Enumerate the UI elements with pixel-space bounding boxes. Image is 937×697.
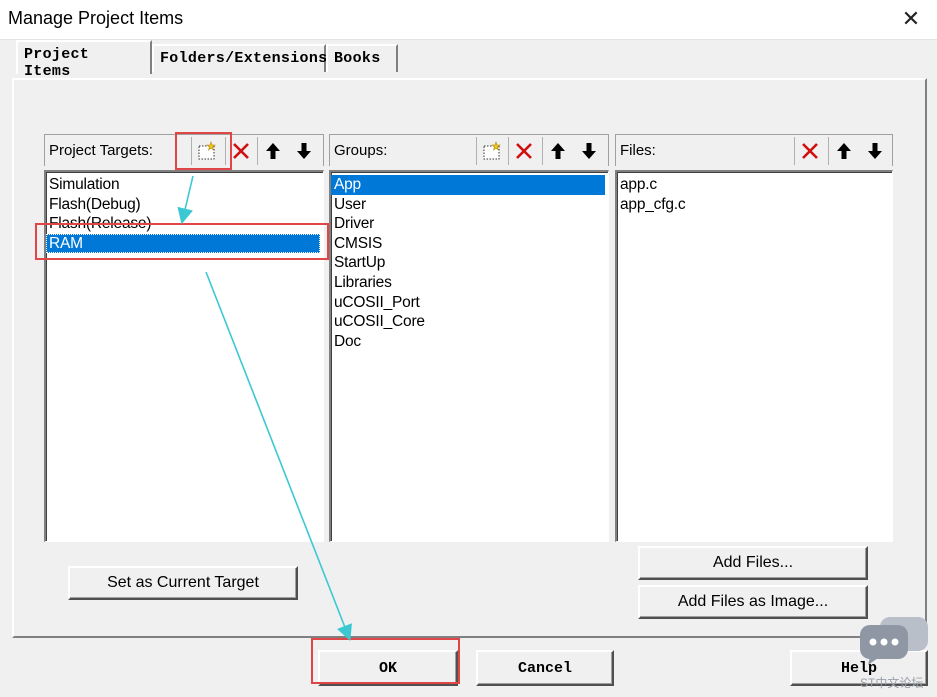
dialog-client: Project Items Folders/Extensions Books P… bbox=[0, 40, 937, 697]
new-group-button[interactable] bbox=[476, 137, 506, 165]
button-label: Set as Current Target bbox=[107, 574, 259, 591]
move-up-icon bbox=[265, 143, 280, 159]
groups-header: Groups: bbox=[329, 134, 609, 166]
button-label: Add Files as Image... bbox=[677, 593, 829, 610]
tab-label: Books bbox=[334, 50, 381, 67]
cancel-button[interactable]: Cancel bbox=[476, 650, 614, 686]
delete-icon bbox=[232, 143, 249, 159]
move-down-target-button[interactable] bbox=[289, 137, 319, 165]
groups-label: Groups: bbox=[334, 142, 388, 159]
delete-group-button[interactable] bbox=[508, 137, 538, 165]
watermark-text: ST中文论坛 bbox=[860, 676, 924, 690]
move-up-file-button[interactable] bbox=[828, 137, 858, 165]
tab-folders-extensions[interactable]: Folders/Extensions bbox=[152, 44, 328, 72]
move-up-icon bbox=[836, 143, 851, 159]
move-down-group-button[interactable] bbox=[574, 137, 604, 165]
list-item[interactable]: Simulation bbox=[46, 175, 323, 195]
new-target-button[interactable] bbox=[191, 137, 221, 165]
move-up-target-button[interactable] bbox=[257, 137, 287, 165]
targets-list[interactable]: Simulation Flash(Debug) Flash(Release) R… bbox=[44, 170, 324, 542]
list-item[interactable]: CMSIS bbox=[331, 234, 608, 254]
files-label: Files: bbox=[620, 142, 656, 159]
list-item[interactable]: User bbox=[331, 195, 608, 215]
button-label: Add Files... bbox=[712, 554, 794, 571]
delete-icon bbox=[801, 143, 818, 159]
list-item[interactable]: uCOSII_Core bbox=[331, 312, 608, 332]
new-item-icon bbox=[483, 141, 501, 160]
tab-books[interactable]: Books bbox=[326, 44, 398, 72]
tab-label: Folders/Extensions bbox=[160, 50, 328, 67]
button-label: Cancel bbox=[517, 659, 572, 677]
list-item[interactable]: uCOSII_Port bbox=[331, 293, 608, 313]
files-list[interactable]: app.c app_cfg.c bbox=[615, 170, 893, 542]
delete-file-button[interactable] bbox=[794, 137, 824, 165]
list-item[interactable]: app_cfg.c bbox=[617, 195, 892, 215]
delete-target-button[interactable] bbox=[225, 137, 255, 165]
move-up-group-button[interactable] bbox=[542, 137, 572, 165]
delete-icon bbox=[515, 143, 532, 159]
chat-bubble-icon bbox=[860, 617, 928, 665]
ok-button[interactable]: OK bbox=[318, 650, 458, 686]
add-files-as-image-button[interactable]: Add Files as Image... bbox=[638, 585, 868, 619]
list-item[interactable]: Driver bbox=[331, 214, 608, 234]
tab-project-items[interactable]: Project Items bbox=[16, 40, 152, 80]
move-up-icon bbox=[550, 143, 565, 159]
list-item[interactable]: StartUp bbox=[331, 253, 608, 273]
list-item[interactable]: Flash(Debug) bbox=[46, 195, 323, 215]
list-item-selected[interactable]: RAM bbox=[46, 233, 320, 254]
targets-label: Project Targets: bbox=[49, 142, 153, 159]
list-item[interactable]: app.c bbox=[617, 175, 892, 195]
groups-list[interactable]: App User Driver CMSIS StartUp Libraries … bbox=[329, 170, 609, 542]
add-files-button[interactable]: Add Files... bbox=[638, 546, 868, 580]
button-label: OK bbox=[378, 659, 397, 677]
move-down-icon bbox=[297, 143, 311, 159]
move-down-icon bbox=[868, 143, 882, 159]
move-down-file-button[interactable] bbox=[860, 137, 890, 165]
list-item[interactable]: Doc bbox=[331, 332, 608, 352]
set-current-target-button[interactable]: Set as Current Target bbox=[68, 566, 298, 600]
targets-header: Project Targets: bbox=[44, 134, 324, 166]
window-title: Manage Project Items bbox=[8, 8, 184, 28]
new-item-icon bbox=[198, 141, 216, 160]
list-item[interactable]: Flash(Release) bbox=[46, 214, 323, 234]
title-bar: Manage Project Items ✕ bbox=[0, 0, 937, 40]
move-down-icon bbox=[582, 143, 596, 159]
list-item-selected[interactable]: App bbox=[331, 175, 605, 195]
list-item[interactable]: Libraries bbox=[331, 273, 608, 293]
files-header: Files: bbox=[615, 134, 893, 166]
close-icon[interactable]: ✕ bbox=[899, 6, 923, 32]
tab-label: Project Items bbox=[24, 46, 90, 80]
